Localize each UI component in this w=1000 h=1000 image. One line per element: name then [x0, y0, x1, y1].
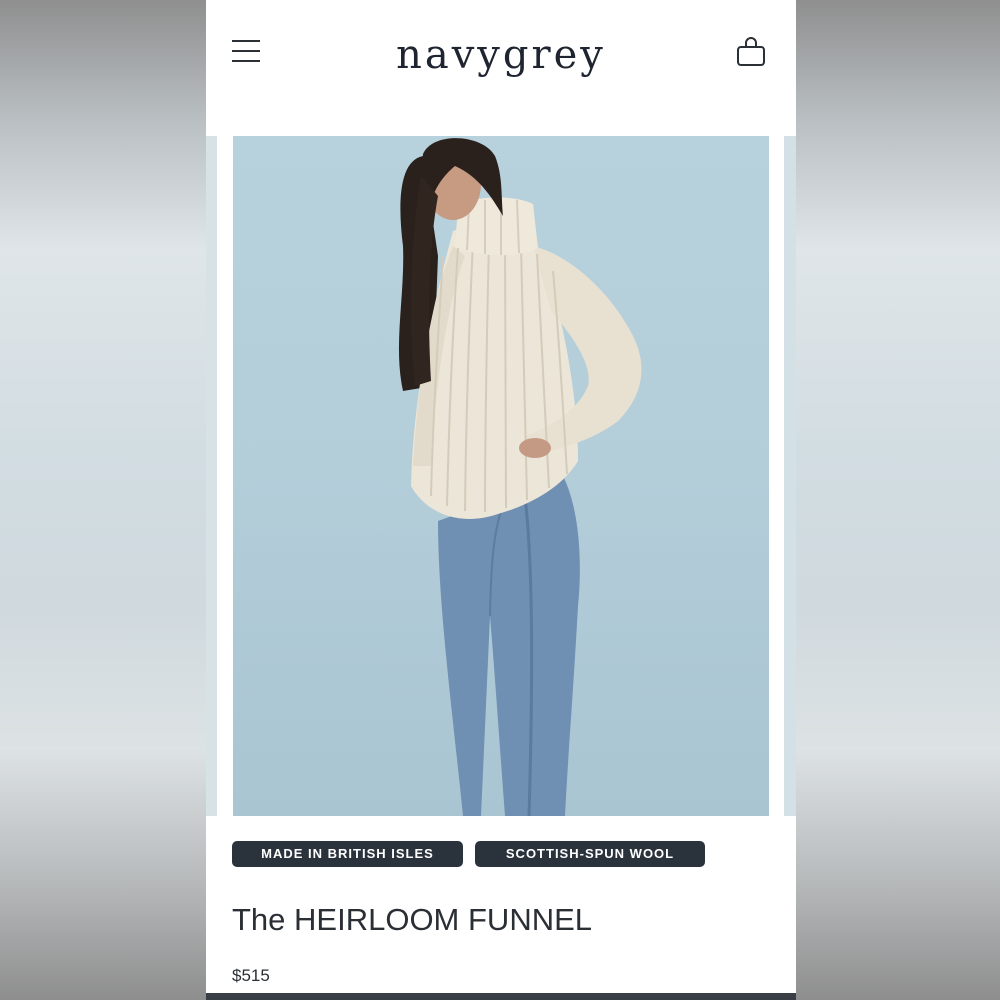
badge-scottish-spun-wool: SCOTTISH-SPUN WOOL [475, 841, 705, 867]
background-left [0, 0, 206, 1000]
product-image-carousel[interactable] [206, 136, 796, 816]
next-slide-peek[interactable] [784, 136, 796, 816]
previous-slide-peek[interactable] [206, 136, 217, 816]
bottom-edge [206, 993, 796, 1000]
shopping-bag-icon[interactable] [736, 36, 766, 68]
product-title: The HEIRLOOM FUNNEL [232, 902, 593, 937]
site-header: navygrey [206, 0, 796, 110]
product-image[interactable] [233, 136, 769, 816]
product-price: $515 [232, 966, 270, 985]
background-right [796, 0, 1000, 1000]
mobile-page: navygrey MADE IN BRITISH ISLES SCOTTISH-… [206, 0, 796, 1000]
badge-made-in-british-isles: MADE IN BRITISH ISLES [232, 841, 463, 867]
brand-logo[interactable]: navygrey [206, 30, 796, 80]
